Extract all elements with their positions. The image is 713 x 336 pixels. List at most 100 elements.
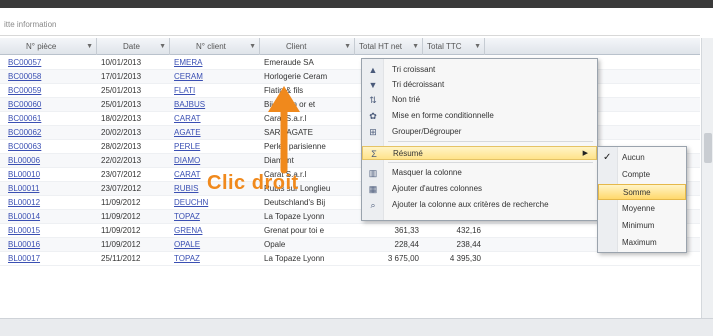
submenu-item-maximum[interactable]: Maximum bbox=[598, 235, 686, 251]
filter-icon[interactable]: ▼ bbox=[249, 38, 256, 55]
table-row[interactable]: BL00015 11/09/2012 GRENA Grenat pour toi e 3… bbox=[0, 224, 700, 238]
menu-separator bbox=[388, 141, 593, 142]
submenu-item-label: Maximum bbox=[622, 238, 657, 247]
cell-piece-link[interactable]: BL00016 bbox=[4, 238, 101, 252]
cell-client-link[interactable]: CERAM bbox=[170, 70, 260, 84]
cell-piece-link[interactable]: BC00060 bbox=[4, 98, 101, 112]
menu-item-summary[interactable]: Σ Résumé ▶ bbox=[362, 146, 597, 160]
cell-client-link[interactable]: TOPAZ bbox=[170, 210, 260, 224]
cell-client-link[interactable]: BAJBUS bbox=[170, 98, 260, 112]
group-icon: ⊞ bbox=[369, 127, 377, 137]
cell-date: 25/01/2013 bbox=[101, 100, 142, 109]
submenu-item-moyenne[interactable]: Moyenne bbox=[598, 201, 686, 217]
submenu-item-minimum[interactable]: Minimum bbox=[598, 218, 686, 234]
cell-piece-link[interactable]: BC00061 bbox=[4, 112, 101, 126]
cell-date: 11/09/2012 bbox=[101, 212, 141, 221]
menu-item-hide-column[interactable]: ▥ Masquer la colonne bbox=[362, 166, 597, 180]
column-header-label: Total HT net bbox=[359, 42, 402, 51]
panel-caption: itte information bbox=[4, 20, 57, 29]
menu-item-sort-asc[interactable]: ▲ Tri croissant bbox=[362, 63, 597, 77]
hide-column-icon: ▥ bbox=[368, 168, 378, 178]
filter-icon[interactable]: ▼ bbox=[344, 38, 351, 55]
cell-client-link[interactable]: GRENA bbox=[170, 224, 260, 238]
column-context-menu: ▲ Tri croissant ▼ Tri décroissant ⇅ Non trié ✿… bbox=[361, 58, 598, 221]
filter-icon[interactable]: ▼ bbox=[86, 38, 93, 55]
cell-client-name: La Topaze Lyonn bbox=[264, 254, 325, 263]
menu-item-label: Résumé bbox=[393, 149, 423, 158]
table-row[interactable]: BL00016 11/09/2012 OPALE Opale 228,44 238,44 bbox=[0, 238, 700, 252]
menu-item-no-sort[interactable]: ⇅ Non trié bbox=[362, 93, 597, 107]
menu-item-label: Grouper/Dégrouper bbox=[392, 127, 462, 136]
cell-date: 25/11/2012 bbox=[101, 254, 141, 263]
cell-client-link[interactable]: DIAMO bbox=[170, 154, 260, 168]
cell-client-name: Deutschland's Bij bbox=[264, 198, 326, 207]
menu-item-label: Tri croissant bbox=[392, 65, 436, 74]
menu-item-label: Non trié bbox=[392, 95, 421, 104]
cell-client-name: Horlogerie Ceram bbox=[264, 72, 328, 81]
menu-item-group[interactable]: ⊞ Grouper/Dégrouper bbox=[362, 125, 597, 139]
submenu-item-compte[interactable]: Compte bbox=[598, 167, 686, 183]
column-header-ttc[interactable]: Total TTC ▼ bbox=[423, 38, 485, 55]
column-header-client[interactable]: N° client ▼ bbox=[170, 38, 260, 55]
scrollbar-thumb[interactable] bbox=[704, 133, 712, 163]
cell-date: 20/02/2013 bbox=[101, 128, 142, 137]
column-header-ht[interactable]: Total HT net ▼ bbox=[355, 38, 423, 55]
cell-piece-link[interactable]: BC00059 bbox=[4, 84, 101, 98]
cell-date: 18/02/2013 bbox=[101, 114, 142, 123]
cell-piece-link[interactable]: BL00012 bbox=[4, 196, 101, 210]
menu-item-label: Ajouter d'autres colonnes bbox=[392, 184, 483, 193]
menu-item-sort-desc[interactable]: ▼ Tri décroissant bbox=[362, 78, 597, 92]
column-header-label: Date bbox=[123, 42, 140, 51]
cell-total-ht: 361,33 bbox=[394, 226, 419, 235]
menu-item-add-search-column[interactable]: ⌕ Ajouter la colonne aux critères de rech… bbox=[362, 198, 597, 212]
column-header-piece[interactable]: N° pièce ▼ bbox=[0, 38, 97, 55]
cell-client-link[interactable]: TOPAZ bbox=[170, 252, 260, 266]
filter-icon[interactable]: ▼ bbox=[474, 38, 481, 55]
cell-client-name: Opale bbox=[264, 240, 286, 249]
cell-date: 11/09/2012 bbox=[101, 240, 141, 249]
sort-asc-icon: ▲ bbox=[368, 65, 378, 75]
cell-piece-link[interactable]: BC00058 bbox=[4, 70, 101, 84]
cell-client-name: Emeraude SA bbox=[264, 58, 314, 67]
cell-client-link[interactable]: CARAT bbox=[170, 112, 260, 126]
cell-client-link[interactable]: AGATE bbox=[170, 126, 260, 140]
submenu-item-aucun[interactable]: ✓ Aucun bbox=[598, 150, 686, 166]
filter-icon[interactable]: ▼ bbox=[412, 38, 419, 55]
cell-piece-link[interactable]: BC00063 bbox=[4, 140, 101, 154]
menu-item-conditional-format[interactable]: ✿ Mise en forme conditionnelle bbox=[362, 109, 597, 123]
menu-item-label: Tri décroissant bbox=[392, 80, 445, 89]
cell-client-link[interactable]: PERLE bbox=[170, 140, 260, 154]
column-header-label: Total TTC bbox=[427, 42, 462, 51]
cell-piece-link[interactable]: BC00057 bbox=[4, 56, 101, 70]
column-header-date[interactable]: Date ▼ bbox=[97, 38, 170, 55]
cell-piece-link[interactable]: BL00010 bbox=[4, 168, 101, 182]
checkmark-icon: ✓ bbox=[603, 152, 612, 163]
table-row[interactable]: BL00017 25/11/2012 TOPAZ La Topaze Lyonn 3 6… bbox=[0, 252, 700, 266]
cell-client-link[interactable]: OPALE bbox=[170, 238, 260, 252]
cell-date: 23/07/2012 bbox=[101, 184, 142, 193]
filter-icon[interactable]: ▼ bbox=[159, 38, 166, 55]
menu-item-add-columns[interactable]: ▦ Ajouter d'autres colonnes bbox=[362, 182, 597, 196]
cell-client-link[interactable]: FLATI bbox=[170, 84, 260, 98]
cell-piece-link[interactable]: BL00017 bbox=[4, 252, 101, 266]
cell-date: 22/02/2013 bbox=[101, 156, 142, 165]
cell-piece-link[interactable]: BL00014 bbox=[4, 210, 101, 224]
add-search-column-icon: ⌕ bbox=[370, 200, 376, 210]
no-sort-icon: ⇅ bbox=[369, 95, 377, 105]
submenu-arrow-icon: ▶ bbox=[582, 150, 588, 157]
vertical-scrollbar[interactable] bbox=[701, 38, 713, 318]
cell-piece-link[interactable]: BL00011 bbox=[4, 182, 101, 196]
cell-piece-link[interactable]: BL00006 bbox=[4, 154, 101, 168]
cell-date: 10/01/2013 bbox=[101, 58, 142, 67]
cell-piece-link[interactable]: BL00015 bbox=[4, 224, 101, 238]
submenu-item-label: Aucun bbox=[622, 153, 645, 162]
cell-client-link[interactable]: DEUCHN bbox=[170, 196, 260, 210]
bottom-bar bbox=[0, 318, 713, 336]
cell-client-name: La Topaze Lyonn bbox=[264, 212, 325, 221]
submenu-item-somme[interactable]: Somme bbox=[598, 184, 686, 200]
cell-client-link[interactable]: EMERA bbox=[170, 56, 260, 70]
cell-piece-link[interactable]: BC00062 bbox=[4, 126, 101, 140]
column-header-name[interactable]: Client ▼ bbox=[260, 38, 355, 55]
add-columns-icon: ▦ bbox=[368, 184, 378, 194]
cell-total-ttc: 432,16 bbox=[456, 226, 481, 235]
